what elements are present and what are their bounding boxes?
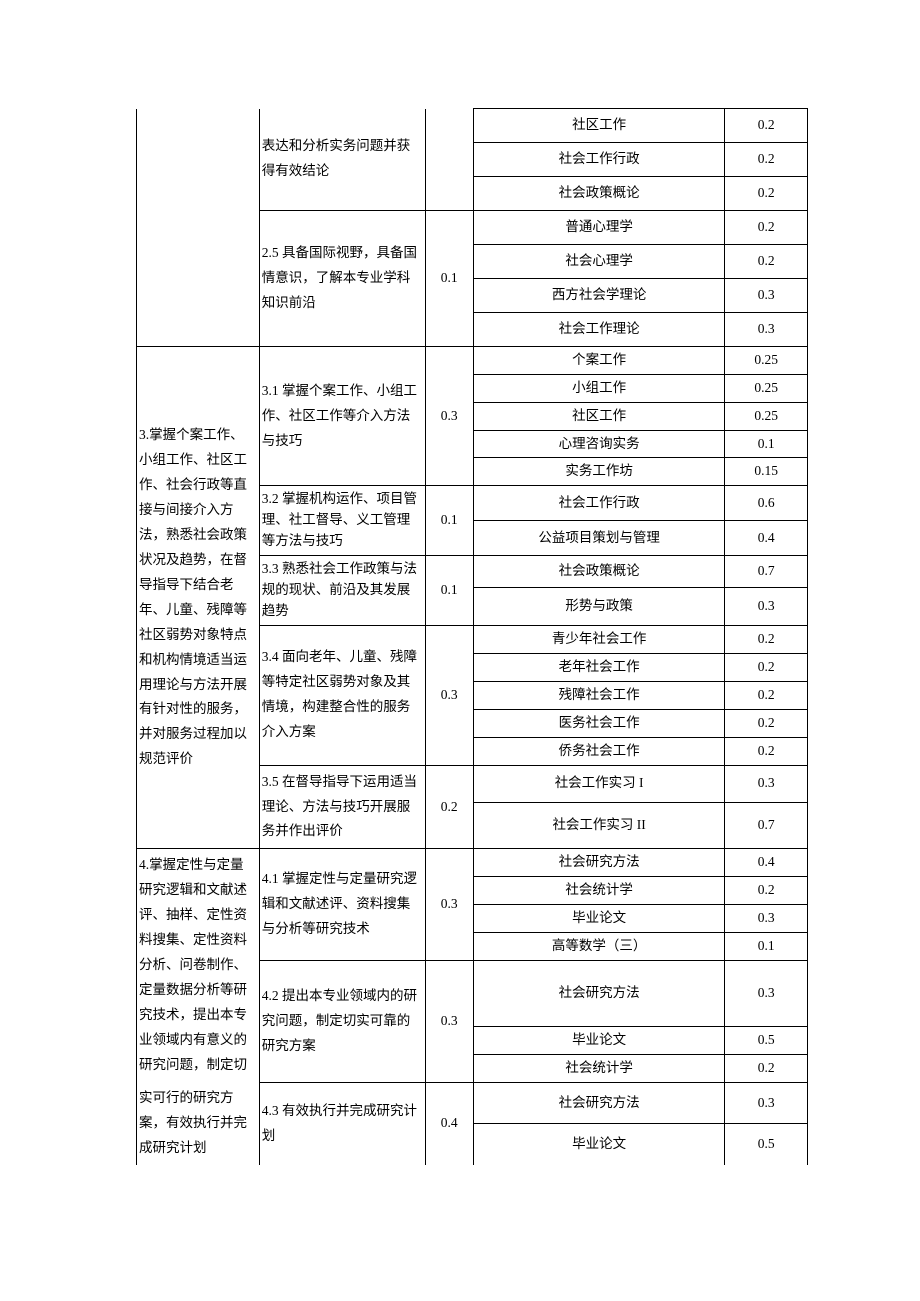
course-cell: 心理咨询实务 bbox=[473, 430, 725, 458]
table-row: 3.掌握个案工作、小组工作、社区工作、社会行政等直接与间接介入方法，熟悉社会政策… bbox=[137, 346, 808, 374]
value-cell: 0.7 bbox=[725, 556, 808, 587]
course-cell: 公益项目策划与管理 bbox=[473, 521, 725, 556]
course-cell: 社区工作 bbox=[473, 402, 725, 430]
subobjective-cell: 3.1 掌握个案工作、小组工作、社区工作等介入方法与技巧 bbox=[259, 346, 425, 486]
value-cell: 0.2 bbox=[725, 244, 808, 278]
course-cell: 老年社会工作 bbox=[473, 653, 725, 681]
value-cell: 0.25 bbox=[725, 402, 808, 430]
value-cell: 0.3 bbox=[725, 1082, 808, 1124]
value-cell: 0.15 bbox=[725, 458, 808, 486]
course-cell: 普通心理学 bbox=[473, 210, 725, 244]
objective-cell: 4.掌握定性与定量研究逻辑和文献述评、抽样、定性资料搜集、定性资料分析、问卷制作… bbox=[137, 849, 260, 1082]
subobjective-cell: 4.1 掌握定性与定量研究逻辑和文献述评、资料搜集与分析等研究技术 bbox=[259, 849, 425, 961]
weight-cell: 0.3 bbox=[425, 849, 473, 961]
curriculum-matrix-table: 表达和分析实务问题并获得有效结论 社区工作 0.2 社会工作行政0.2 社会政策… bbox=[136, 108, 808, 1165]
subobjective-cell: 3.4 面向老年、儿童、残障等特定社区弱势对象及其情境，构建整合性的服务介入方案 bbox=[259, 625, 425, 765]
course-cell: 高等数学（三） bbox=[473, 933, 725, 961]
value-cell: 0.1 bbox=[725, 933, 808, 961]
table-row: 4.掌握定性与定量研究逻辑和文献述评、抽样、定性资料搜集、定性资料分析、问卷制作… bbox=[137, 849, 808, 877]
document-page: 表达和分析实务问题并获得有效结论 社区工作 0.2 社会工作行政0.2 社会政策… bbox=[0, 0, 920, 1301]
course-cell: 社会研究方法 bbox=[473, 961, 725, 1027]
objective-cell bbox=[137, 109, 260, 347]
value-cell: 0.2 bbox=[725, 877, 808, 905]
course-cell: 毕业论文 bbox=[473, 1124, 725, 1165]
course-cell: 社会政策概论 bbox=[473, 556, 725, 587]
weight-cell: 0.3 bbox=[425, 346, 473, 486]
weight-cell: 0.2 bbox=[425, 765, 473, 849]
value-cell: 0.2 bbox=[725, 142, 808, 176]
value-cell: 0.7 bbox=[725, 803, 808, 849]
course-cell: 形势与政策 bbox=[473, 587, 725, 625]
course-cell: 社会政策概论 bbox=[473, 176, 725, 210]
weight-cell bbox=[425, 109, 473, 211]
value-cell: 0.2 bbox=[725, 653, 808, 681]
course-cell: 侨务社会工作 bbox=[473, 737, 725, 765]
course-cell: 社会研究方法 bbox=[473, 849, 725, 877]
subobjective-cell: 表达和分析实务问题并获得有效结论 bbox=[259, 109, 425, 211]
course-cell: 社会工作理论 bbox=[473, 312, 725, 346]
course-cell: 毕业论文 bbox=[473, 1026, 725, 1054]
objective-cell: 实可行的研究方案，有效执行并完成研究计划 bbox=[137, 1082, 260, 1165]
course-cell: 社会心理学 bbox=[473, 244, 725, 278]
weight-cell: 0.4 bbox=[425, 1082, 473, 1165]
course-cell: 青少年社会工作 bbox=[473, 625, 725, 653]
value-cell: 0.3 bbox=[725, 312, 808, 346]
weight-cell: 0.1 bbox=[425, 210, 473, 346]
subobjective-cell: 4.2 提出本专业领域内的研究问题，制定切实可靠的研究方案 bbox=[259, 961, 425, 1083]
weight-cell: 0.1 bbox=[425, 556, 473, 626]
value-cell: 0.3 bbox=[725, 961, 808, 1027]
course-cell: 个案工作 bbox=[473, 346, 725, 374]
value-cell: 0.3 bbox=[725, 278, 808, 312]
weight-cell: 0.1 bbox=[425, 486, 473, 556]
value-cell: 0.2 bbox=[725, 709, 808, 737]
course-cell: 社会研究方法 bbox=[473, 1082, 725, 1124]
value-cell: 0.2 bbox=[725, 210, 808, 244]
value-cell: 0.2 bbox=[725, 176, 808, 210]
course-cell: 毕业论文 bbox=[473, 905, 725, 933]
value-cell: 0.5 bbox=[725, 1124, 808, 1165]
course-cell: 社会统计学 bbox=[473, 877, 725, 905]
value-cell: 0.3 bbox=[725, 587, 808, 625]
objective-cell: 3.掌握个案工作、小组工作、社区工作、社会行政等直接与间接介入方法，熟悉社会政策… bbox=[137, 346, 260, 849]
course-cell: 实务工作坊 bbox=[473, 458, 725, 486]
course-cell: 残障社会工作 bbox=[473, 681, 725, 709]
course-cell: 社会统计学 bbox=[473, 1054, 725, 1082]
value-cell: 0.5 bbox=[725, 1026, 808, 1054]
subobjective-cell: 4.3 有效执行并完成研究计划 bbox=[259, 1082, 425, 1165]
value-cell: 0.3 bbox=[725, 905, 808, 933]
table-row: 实可行的研究方案，有效执行并完成研究计划 4.3 有效执行并完成研究计划 0.4… bbox=[137, 1082, 808, 1124]
value-cell: 0.25 bbox=[725, 346, 808, 374]
value-cell: 0.25 bbox=[725, 374, 808, 402]
course-cell: 社区工作 bbox=[473, 109, 725, 143]
value-cell: 0.4 bbox=[725, 521, 808, 556]
value-cell: 0.4 bbox=[725, 849, 808, 877]
subobjective-cell: 2.5 具备国际视野，具备国情意识，了解本专业学科知识前沿 bbox=[259, 210, 425, 346]
value-cell: 0.6 bbox=[725, 486, 808, 521]
subobjective-cell: 3.2 掌握机构运作、项目管理、社工督导、义工管理等方法与技巧 bbox=[259, 486, 425, 556]
subobjective-cell: 3.5 在督导指导下运用适当理论、方法与技巧开展服务并作出评价 bbox=[259, 765, 425, 849]
value-cell: 0.2 bbox=[725, 625, 808, 653]
course-cell: 医务社会工作 bbox=[473, 709, 725, 737]
value-cell: 0.1 bbox=[725, 430, 808, 458]
course-cell: 社会工作实习 II bbox=[473, 803, 725, 849]
course-cell: 社会工作行政 bbox=[473, 486, 725, 521]
value-cell: 0.3 bbox=[725, 765, 808, 803]
weight-cell: 0.3 bbox=[425, 625, 473, 765]
subobjective-cell: 3.3 熟悉社会工作政策与法规的现状、前沿及其发展趋势 bbox=[259, 556, 425, 626]
value-cell: 0.2 bbox=[725, 1054, 808, 1082]
course-cell: 西方社会学理论 bbox=[473, 278, 725, 312]
course-cell: 社会工作行政 bbox=[473, 142, 725, 176]
course-cell: 社会工作实习 I bbox=[473, 765, 725, 803]
value-cell: 0.2 bbox=[725, 737, 808, 765]
table-row: 表达和分析实务问题并获得有效结论 社区工作 0.2 bbox=[137, 109, 808, 143]
value-cell: 0.2 bbox=[725, 109, 808, 143]
value-cell: 0.2 bbox=[725, 681, 808, 709]
weight-cell: 0.3 bbox=[425, 961, 473, 1083]
course-cell: 小组工作 bbox=[473, 374, 725, 402]
